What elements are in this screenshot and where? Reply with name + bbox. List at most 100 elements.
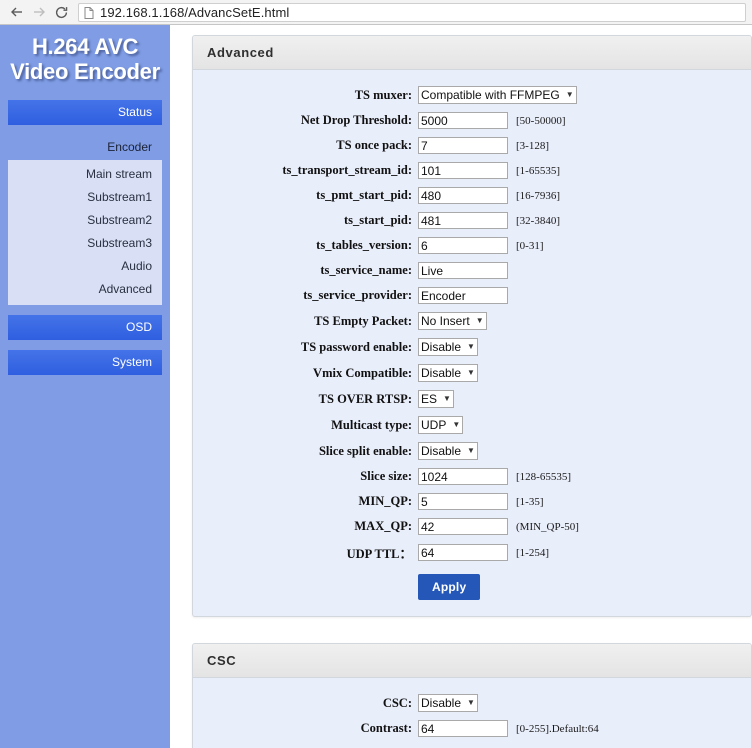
select-control[interactable]: UDP ▼ (418, 416, 464, 434)
form-label: Vmix Compatible: (313, 365, 412, 380)
sidebar-item-main-stream[interactable]: Main stream (8, 163, 162, 186)
text-input[interactable] (418, 237, 508, 254)
sidebar-item-substream3[interactable]: Substream3 (8, 232, 162, 255)
form-label: ts_service_provider: (303, 288, 412, 302)
chevron-down-icon: ▼ (467, 446, 475, 455)
text-input[interactable] (418, 518, 508, 535)
form-row: ts_service_provider: (193, 287, 751, 304)
field-hint: [1-35] (516, 495, 544, 508)
sidebar: H.264 AVC Video Encoder Status Encoder M… (0, 25, 170, 748)
text-input[interactable] (418, 212, 508, 229)
form-field: Disable ▼ (418, 694, 478, 712)
main-content: Advanced TS muxer: Compatible with FFMPEG… (170, 25, 752, 748)
sidebar-group-encoder[interactable]: Encoder (8, 135, 162, 160)
select-value: Disable (421, 366, 462, 380)
address-bar[interactable]: 192.168.1.168/AdvancSetE.html (78, 2, 746, 22)
text-input[interactable] (418, 137, 508, 154)
text-input[interactable] (418, 720, 508, 737)
field-hint: [3-128] (516, 139, 549, 152)
field-hint: [0-255].Default:64 (516, 722, 599, 735)
field-hint: [16-7936] (516, 189, 560, 202)
sidebar-item-status[interactable]: Status (8, 100, 162, 126)
field-hint: [32-3840] (516, 214, 560, 227)
form-field: ES ▼ (418, 390, 454, 408)
logo-line-1: H.264 AVC (31, 34, 139, 59)
form-field: Compatible with FFMPEG ▼ (418, 86, 577, 104)
form-field: [16-7936] (418, 187, 560, 204)
form-field: [3-128] (418, 137, 549, 154)
text-input[interactable] (418, 162, 508, 179)
form-field: [0-255].Default:64 (418, 720, 599, 737)
form-field (418, 262, 508, 279)
form-field: [32-3840] (418, 212, 560, 229)
form-field: Disable ▼ (418, 338, 478, 356)
form-label: Net Drop Threshold: (300, 113, 412, 127)
form-field: [128-65535] (418, 468, 571, 485)
select-control[interactable]: Compatible with FFMPEG ▼ (418, 86, 577, 104)
text-input[interactable] (418, 187, 508, 204)
form-field (418, 287, 508, 304)
reload-button[interactable] (50, 1, 72, 23)
sidebar-item-advanced[interactable]: Advanced (8, 278, 162, 301)
form-row: TS muxer: Compatible with FFMPEG ▼ (193, 86, 751, 104)
form-label: Slice split enable: (318, 443, 412, 458)
select-control[interactable]: Disable ▼ (418, 694, 478, 712)
form-row: CSC: Disable ▼ (193, 694, 751, 712)
form-label: Contrast: (360, 721, 412, 735)
form-label: ts_service_name: (320, 263, 412, 277)
select-control[interactable]: No Insert ▼ (418, 312, 487, 330)
sidebar-item-substream2[interactable]: Substream2 (8, 209, 162, 232)
text-input[interactable] (418, 262, 508, 279)
form-row: Contrast: [0-255].Default:64 (193, 720, 751, 737)
text-input[interactable] (418, 468, 508, 485)
browser-toolbar: 192.168.1.168/AdvancSetE.html (0, 0, 752, 25)
chevron-down-icon: ▼ (467, 342, 475, 351)
field-hint: [1-254] (516, 546, 549, 559)
form-field: Disable ▼ (418, 364, 478, 382)
sidebar-item-osd[interactable]: OSD (8, 315, 162, 341)
sidebar-item-system[interactable]: System (8, 350, 162, 376)
forward-button[interactable] (28, 1, 50, 23)
chevron-down-icon: ▼ (475, 316, 484, 325)
advanced-apply-row: Apply (193, 574, 751, 600)
sidebar-item-substream1[interactable]: Substream1 (8, 186, 162, 209)
page-document-icon (84, 6, 94, 19)
form-row: UDP TTL： [1-254] (193, 543, 751, 562)
text-input[interactable] (418, 544, 508, 561)
form-row: ts_tables_version: [0-31] (193, 237, 751, 254)
reload-icon (54, 5, 69, 20)
select-control[interactable]: Disable ▼ (418, 364, 478, 382)
page-root: H.264 AVC Video Encoder Status Encoder M… (0, 25, 752, 748)
form-label: CSC: (382, 695, 412, 710)
form-label: TS Empty Packet: (314, 313, 412, 328)
form-row: ts_start_pid: [32-3840] (193, 212, 751, 229)
url-text: 192.168.1.168/AdvancSetE.html (100, 4, 290, 20)
csc-panel-title: CSC (193, 644, 751, 678)
text-input[interactable] (418, 287, 508, 304)
form-label: Slice size: (360, 469, 412, 483)
sidebar-item-audio[interactable]: Audio (8, 255, 162, 278)
form-label: MAX_QP: (354, 519, 412, 533)
select-control[interactable]: Disable ▼ (418, 442, 478, 460)
form-row: ts_transport_stream_id: [1-65535] (193, 162, 751, 179)
form-row: TS Empty Packet: No Insert ▼ (193, 312, 751, 330)
form-row: Slice size: [128-65535] (193, 468, 751, 485)
select-control[interactable]: Disable ▼ (418, 338, 478, 356)
text-input[interactable] (418, 112, 508, 129)
select-value: Disable (421, 340, 462, 354)
form-field: [1-65535] (418, 162, 560, 179)
form-label: ts_tables_version: (316, 238, 412, 252)
text-input[interactable] (418, 493, 508, 510)
chevron-down-icon: ▼ (443, 394, 451, 403)
select-control[interactable]: ES ▼ (418, 390, 454, 408)
csc-panel-body: CSC:Disable▼Contrast:[0-255].Default:64 … (193, 678, 751, 748)
form-row: ts_pmt_start_pid: [16-7936] (193, 187, 751, 204)
back-button[interactable] (6, 1, 28, 23)
csc-panel: CSC CSC: Disable ▼ Contrast: [0-255].Default… (192, 643, 752, 748)
form-label: TS muxer: (354, 87, 412, 102)
form-field: [50-50000] (418, 112, 566, 129)
chevron-down-icon: ▼ (467, 368, 475, 377)
arrow-right-icon (32, 5, 46, 19)
advanced-apply-button[interactable]: Apply (418, 574, 481, 600)
apply-spacer (193, 574, 418, 600)
